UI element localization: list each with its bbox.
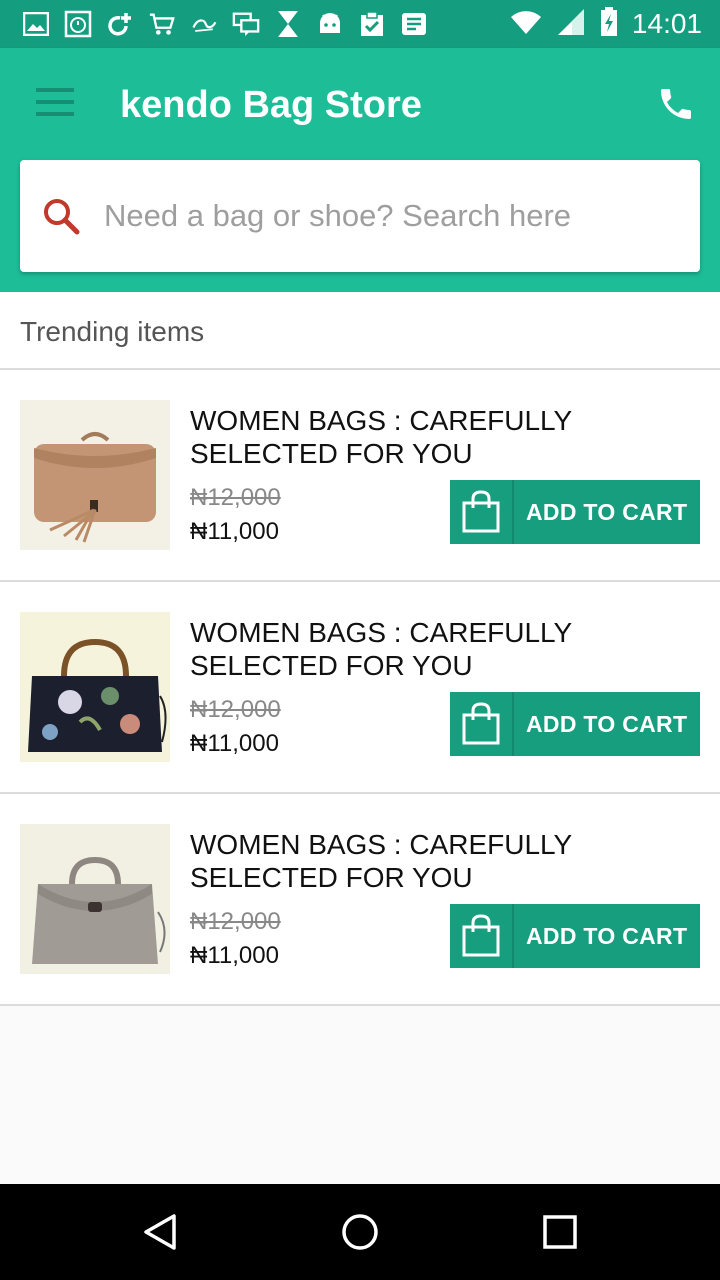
product-image: [20, 400, 170, 550]
product-image: [20, 612, 170, 762]
new-price: ₦11,000: [190, 942, 279, 969]
list-item[interactable]: WOMEN BAGS : CAREFULLY SELECTED FOR YOU …: [0, 794, 720, 1006]
signal-icon: [556, 8, 586, 41]
shopping-cart-icon: [148, 10, 176, 38]
section-title: Trending items: [0, 292, 720, 370]
add-to-cart-button[interactable]: ADD TO CART: [450, 480, 700, 544]
list-item[interactable]: WOMEN BAGS : CAREFULLY SELECTED FOR YOU …: [0, 370, 720, 582]
new-price: ₦11,000: [190, 730, 279, 757]
product-title: WOMEN BAGS : CAREFULLY SELECTED FOR YOU: [190, 829, 572, 893]
old-price: ₦12,000: [190, 484, 281, 511]
trending-list: Trending items WOMEN BAGS : CAREFULLY SE…: [0, 292, 720, 1006]
android-icon: [316, 10, 344, 38]
menu-icon[interactable]: [36, 88, 76, 118]
message-icon: [400, 10, 428, 38]
clock: 14:01: [631, 8, 702, 39]
old-price: ₦12,000: [190, 908, 281, 935]
home-icon[interactable]: [340, 1212, 380, 1252]
chat-icon: [232, 10, 260, 38]
app-bar: kendo Bag Store: [0, 48, 720, 292]
system-status: 14:01: [510, 6, 702, 42]
shopping-bag-icon: [450, 480, 514, 544]
stopwatch-icon: [64, 10, 92, 38]
search-icon: [44, 199, 80, 235]
new-price: ₦11,000: [190, 518, 279, 545]
navigation-bar: [0, 1184, 720, 1280]
refresh-plus-icon: [106, 10, 134, 38]
shopping-bag-icon: [450, 904, 514, 968]
hourglass-icon: [274, 10, 302, 38]
add-to-cart-label: ADD TO CART: [526, 498, 688, 525]
app-title: kendo Bag Store: [120, 84, 422, 126]
status-bar: 14:01: [0, 0, 720, 48]
add-to-cart-button[interactable]: ADD TO CART: [450, 904, 700, 968]
battery-charging-icon: [600, 6, 618, 42]
add-to-cart-label: ADD TO CART: [526, 710, 688, 737]
old-price: ₦12,000: [190, 696, 281, 723]
wifi-icon: [510, 9, 542, 40]
product-title: WOMEN BAGS : CAREFULLY SELECTED FOR YOU: [190, 405, 572, 469]
search-bar[interactable]: [20, 160, 700, 272]
product-title: WOMEN BAGS : CAREFULLY SELECTED FOR YOU: [190, 617, 572, 681]
notification-icons: [22, 8, 428, 40]
add-to-cart-button[interactable]: ADD TO CART: [450, 692, 700, 756]
search-input[interactable]: [102, 197, 686, 235]
product-image: [20, 824, 170, 974]
alibaba-icon: [190, 10, 218, 38]
add-to-cart-label: ADD TO CART: [526, 922, 688, 949]
clipboard-check-icon: [358, 10, 386, 38]
gallery-icon: [22, 10, 50, 38]
shopping-bag-icon: [450, 692, 514, 756]
phone-icon[interactable]: [656, 84, 696, 124]
list-item[interactable]: WOMEN BAGS : CAREFULLY SELECTED FOR YOU …: [0, 582, 720, 794]
back-icon[interactable]: [140, 1212, 180, 1252]
recents-icon[interactable]: [540, 1212, 580, 1252]
